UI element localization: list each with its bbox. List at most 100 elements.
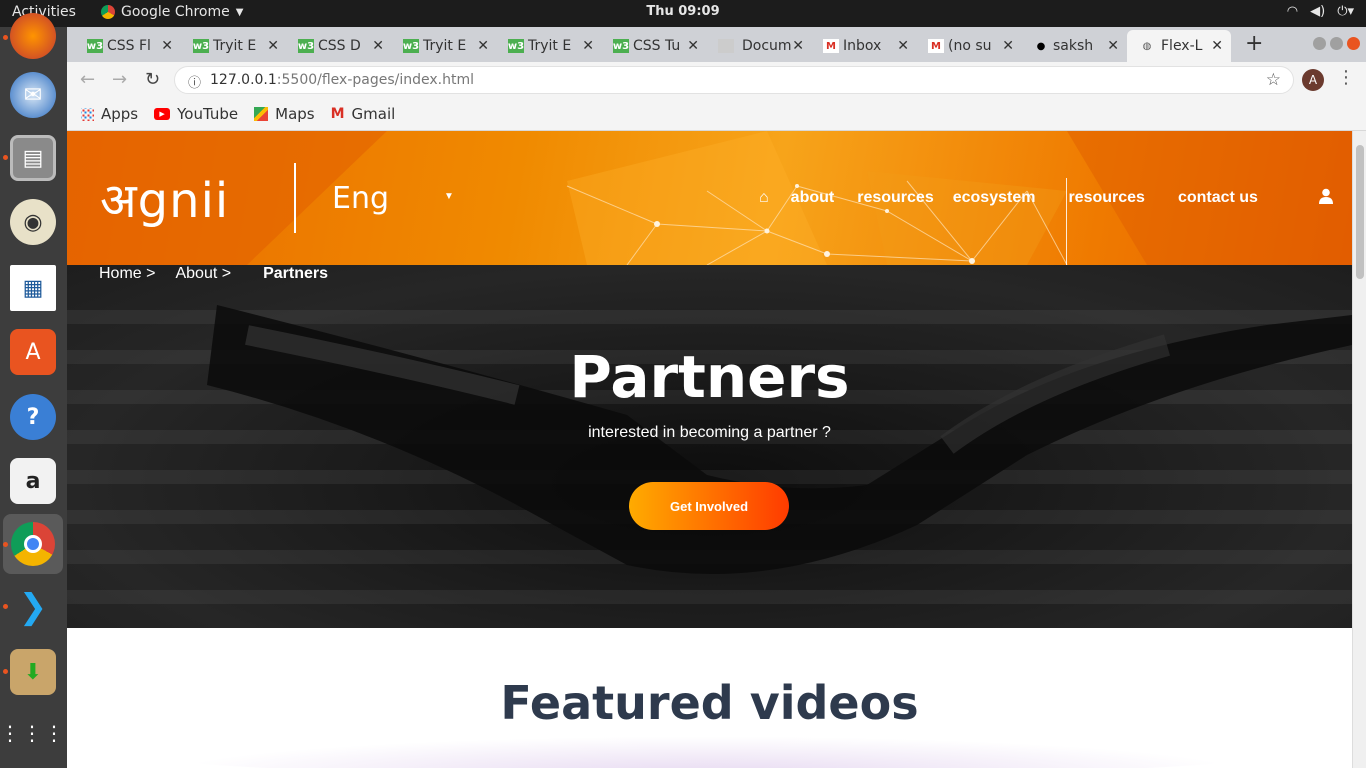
tab-8[interactable]: M (no su ✕ [928,30,1014,62]
github-icon: ● [1036,40,1046,52]
bookmark-apps[interactable]: Apps [81,105,138,123]
system-top-bar: Activities Google Chrome ▼ Thu 09:09 ◠ ◀… [0,0,1366,27]
web-page: अgnii Eng ▼ ⌂ about resources ecosystem … [67,131,1352,768]
firefox-icon[interactable] [10,13,56,59]
nav-ecosystem[interactable]: ecosystem [953,189,1036,207]
back-arrow-icon[interactable]: ← [80,69,95,90]
close-icon[interactable]: ✕ [687,38,699,54]
bookmarks-bar: Apps ▶ YouTube Maps M Gmail [67,98,1366,131]
close-icon[interactable]: ✕ [161,38,173,54]
featured-videos-section: Featured videos [67,628,1352,768]
site-logo[interactable]: अgnii [100,167,229,232]
vscode-icon[interactable]: ❯ [10,584,56,630]
minimize-button[interactable] [1313,37,1326,50]
help-icon[interactable]: ? [10,394,56,440]
close-icon[interactable]: ✕ [1211,38,1223,54]
maps-icon [254,107,269,121]
doc-icon [718,39,734,53]
browser-window: w3 CSS Fl ✕ w3 Tryit E ✕ w3 CSS D ✕ w3 Tryit E ✕… [67,27,1366,131]
language-selector[interactable]: Eng [332,181,389,216]
maximize-button[interactable] [1330,37,1343,50]
close-icon[interactable]: ✕ [582,38,594,54]
tab-4[interactable]: w3 Tryit E ✕ [508,30,594,62]
close-icon[interactable]: ✕ [897,38,909,54]
youtube-icon: ▶ [154,108,171,120]
bookmark-youtube[interactable]: ▶ YouTube [154,105,238,123]
rhythmbox-icon[interactable]: ◉ [10,199,56,245]
tab-label: Flex-L [1161,38,1203,54]
w3schools-icon: w3 [298,39,315,53]
profile-avatar[interactable]: A [1302,69,1324,91]
tab-9[interactable]: ● saksh ✕ [1033,30,1119,62]
close-window-button[interactable] [1347,37,1360,50]
thunderbird-icon[interactable]: ✉ [10,72,56,118]
user-icon[interactable] [1319,188,1333,209]
writer-icon[interactable]: ▦ [10,265,56,311]
home-icon[interactable]: ⌂ [759,189,769,207]
close-icon[interactable]: ✕ [267,38,279,54]
close-icon[interactable]: ✕ [792,38,804,54]
tab-2[interactable]: w3 CSS D ✕ [298,30,384,62]
bookmark-maps[interactable]: Maps [254,105,315,123]
tab-1[interactable]: w3 Tryit E ✕ [193,30,279,62]
info-icon[interactable]: ⓘ [188,72,201,91]
software-center-icon[interactable]: A [10,329,56,375]
tab-5[interactable]: w3 CSS Tu ✕ [613,30,699,62]
system-tray[interactable]: ◠ ◀) ⏻▾ [1287,4,1354,19]
breadcrumb-about[interactable]: About > [175,265,231,283]
breadcrumb-current: Partners [263,265,328,282]
reload-icon[interactable]: ↻ [145,69,160,90]
close-icon[interactable]: ✕ [1107,38,1119,54]
amazon-icon[interactable]: a [10,458,56,504]
url-text[interactable]: 127.0.0.1:5500/flex-pages/index.html [210,72,474,88]
kebab-menu-icon[interactable]: ⋮ [1337,67,1355,88]
tab-label: Tryit E [528,38,572,54]
close-icon[interactable]: ✕ [477,38,489,54]
tab-label: Tryit E [213,38,257,54]
bookmark-star-icon[interactable]: ☆ [1266,70,1281,90]
tab-3[interactable]: w3 Tryit E ✕ [403,30,489,62]
section-title: Featured videos [500,676,919,730]
bookmark-gmail[interactable]: M Gmail [331,105,396,123]
page-title: Partners [569,343,850,411]
address-bar[interactable]: ⓘ 127.0.0.1:5500/flex-pages/index.html ☆ [174,66,1294,94]
breadcrumb-home[interactable]: Home > [99,265,155,283]
page-scrollbar[interactable] [1352,131,1366,768]
video-card-shadow [157,736,1257,768]
clock[interactable]: Thu 09:09 [0,4,1366,19]
tab-label: Docum [742,38,792,54]
browser-toolbar: ← → ↻ ⓘ 127.0.0.1:5500/flex-pages/index.… [67,62,1366,98]
wifi-icon: ◠ [1286,4,1299,19]
tab-6[interactable]: Docum ✕ [718,30,804,62]
nav-resources-2[interactable]: resources [1068,189,1145,207]
globe-icon: ◍ [1142,40,1152,52]
tab-label: CSS D [318,38,361,54]
tab-label: Inbox [843,38,882,54]
nav-contact-us[interactable]: contact us [1178,189,1258,207]
tab-7[interactable]: M Inbox ✕ [823,30,909,62]
w3schools-icon: w3 [403,39,420,53]
chrome-dock-icon[interactable] [3,514,63,574]
show-apps-icon[interactable]: ⋮⋮⋮ [0,710,64,756]
breadcrumb: Home > About > Partners [99,265,346,283]
archive-icon[interactable]: ⬇ [10,649,56,695]
get-involved-button[interactable]: Get Involved [629,482,789,530]
new-tab-button[interactable]: + [1245,31,1263,56]
divider [1066,178,1067,265]
apps-grid-icon [81,107,94,121]
handshake-image [207,305,1352,574]
power-icon: ⏻▾ [1337,4,1354,19]
tab-10-active[interactable]: ◍ Flex-L ✕ [1127,30,1231,62]
close-icon[interactable]: ✕ [1002,38,1014,54]
gmail-icon: M [928,39,944,53]
caret-down-icon[interactable]: ▼ [444,191,454,202]
hero-section: Home > About > Partners Partners interes… [67,265,1352,628]
scrollbar-thumb[interactable] [1356,145,1364,279]
divider [294,163,296,233]
nav-about[interactable]: about [791,189,835,207]
nav-resources[interactable]: resources [857,189,934,207]
close-icon[interactable]: ✕ [372,38,384,54]
forward-arrow-icon[interactable]: → [112,69,127,90]
tab-0[interactable]: w3 CSS Fl ✕ [87,30,173,62]
files-icon[interactable]: ▤ [10,135,56,181]
